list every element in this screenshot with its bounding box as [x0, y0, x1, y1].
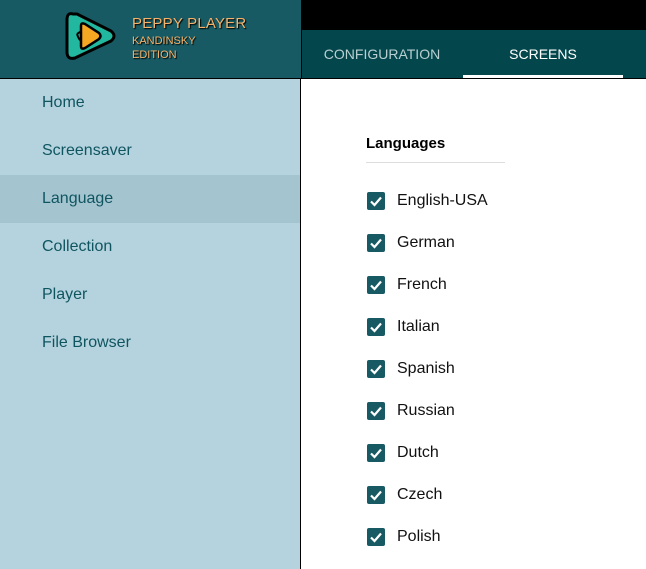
checkbox-checked-icon[interactable] [367, 276, 385, 294]
language-label: Italian [397, 318, 440, 335]
checkbox-checked-icon[interactable] [367, 360, 385, 378]
checkbox-checked-icon[interactable] [367, 444, 385, 462]
checkbox-checked-icon[interactable] [367, 402, 385, 420]
language-label: Dutch [397, 444, 439, 461]
brand-name: PEPPY PLAYER [132, 15, 247, 32]
language-label: Czech [397, 486, 443, 503]
language-label: Spanish [397, 360, 455, 377]
section-title: Languages [366, 135, 446, 152]
language-item[interactable]: English-USA [367, 191, 488, 211]
brand-edition-line1: KANDINSKY [132, 35, 196, 47]
checkbox-checked-icon[interactable] [367, 192, 385, 210]
language-label: French [397, 276, 447, 293]
language-label: English-USA [397, 192, 488, 209]
tab-screens[interactable]: SCREENS [463, 30, 623, 78]
sidebar-item-player[interactable]: Player [0, 271, 300, 319]
sidebar-item-collection[interactable]: Collection [0, 223, 300, 271]
language-item[interactable]: Dutch [367, 443, 439, 463]
language-item[interactable]: Italian [367, 317, 440, 337]
checkbox-checked-icon[interactable] [367, 486, 385, 504]
brand-edition-line2: EDITION [132, 49, 177, 61]
peppy-logo-icon [65, 12, 116, 60]
checkbox-checked-icon[interactable] [367, 234, 385, 252]
sidebar-item-screensaver[interactable]: Screensaver [0, 127, 300, 175]
section-divider [366, 162, 505, 163]
sidebar: Home Screensaver Language Collection Pla… [0, 79, 301, 569]
tab-bar: CONFIGURATION SCREENS [301, 30, 646, 78]
sidebar-item-file-browser[interactable]: File Browser [0, 319, 300, 367]
language-item[interactable]: Polish [367, 527, 441, 547]
language-item[interactable]: Russian [367, 401, 455, 421]
language-label: Russian [397, 402, 455, 419]
language-label: Polish [397, 528, 441, 545]
sidebar-item-language[interactable]: Language [0, 175, 300, 223]
language-label: German [397, 234, 455, 251]
main-panel: Languages English-USA German French Italian… [302, 79, 646, 569]
language-item[interactable]: German [367, 233, 455, 253]
sidebar-item-home[interactable]: Home [0, 79, 300, 127]
language-item[interactable]: Spanish [367, 359, 455, 379]
checkbox-checked-icon[interactable] [367, 318, 385, 336]
brand-title: PEPPY PLAYER KANDINSKY EDITION [132, 15, 246, 61]
language-item[interactable]: Czech [367, 485, 442, 505]
top-bar [301, 0, 646, 30]
checkbox-checked-icon[interactable] [367, 528, 385, 546]
tab-configuration[interactable]: CONFIGURATION [302, 30, 462, 78]
app-header: PEPPY PLAYER KANDINSKY EDITION [0, 0, 301, 78]
language-item[interactable]: French [367, 275, 447, 295]
